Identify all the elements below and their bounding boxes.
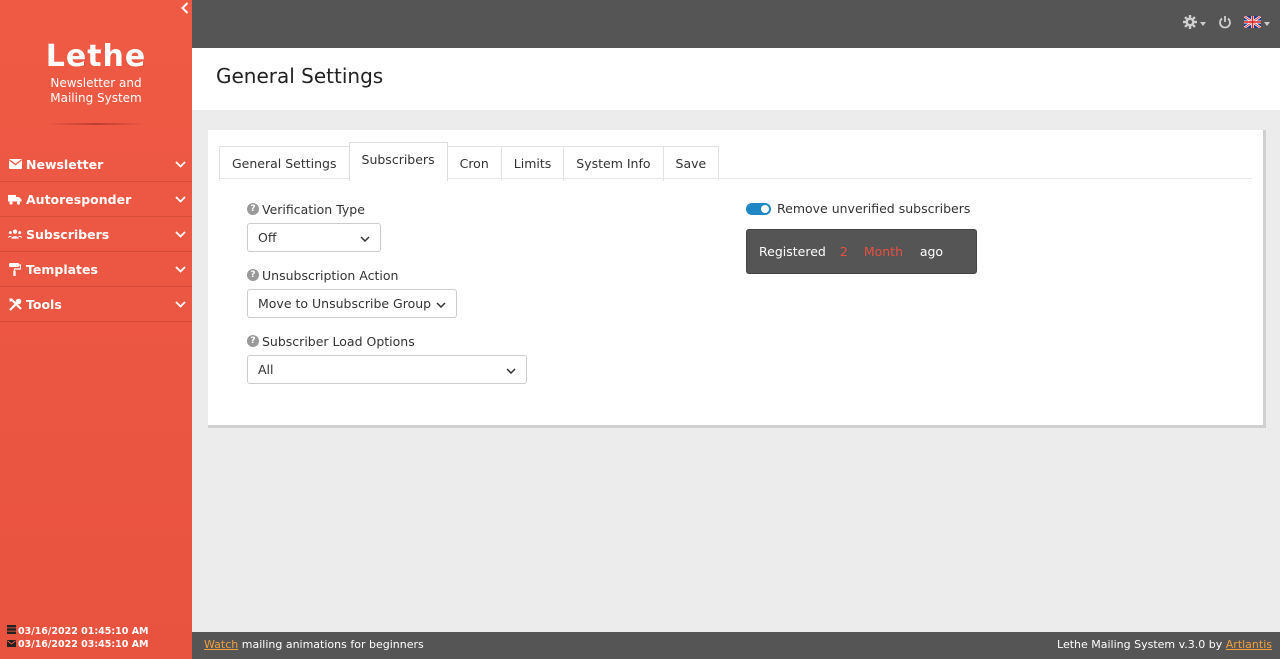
tab-subscribers[interactable]: Subscribers [348,142,448,181]
unsubscription-action-value: Move to Unsubscribe Group [258,296,432,311]
language-dropdown[interactable] [1243,15,1270,32]
sidebar-item-newsletter[interactable]: Newsletter [0,147,192,182]
sidebar-item-label: Subscribers [26,226,110,242]
subscriber-load-options-value: All [258,362,274,377]
top-bar [192,0,1280,48]
footer: Watch mailing animations for beginners L… [192,632,1280,659]
registered-number[interactable]: 2 [840,244,864,259]
settings-tabs: General Settings Subscribers Cron Limits… [219,142,720,181]
version-text: Lethe Mailing System v.3.0 by [1057,638,1226,651]
chevron-down-icon [360,230,370,245]
sidebar-item-label: Tools [26,296,62,312]
brand-divider [46,123,146,125]
power-icon [1218,15,1232,33]
envelope-icon [8,157,22,171]
verification-type-value: Off [258,230,277,245]
chevron-down-icon [174,298,186,310]
uk-flag-icon [1243,15,1262,32]
unsubscription-action-field: ? Unsubscription Action Move to Unsubscr… [247,267,457,318]
footer-right: Lethe Mailing System v.3.0 by Artlantis [1057,638,1272,651]
chevron-down-icon [174,228,186,240]
caret-down-icon [1200,22,1206,26]
chevron-down-icon [174,193,186,205]
server-icon [7,625,18,638]
remove-unverified-row: Remove unverified subscribers [746,201,970,216]
sidebar-item-autoresponder[interactable]: Autoresponder [0,182,192,217]
settings-card: General Settings Subscribers Cron Limits… [208,130,1266,428]
chevron-down-icon [174,263,186,275]
chevron-down-icon [174,158,186,170]
subscriber-load-options-label-row: ? Subscriber Load Options [247,333,527,349]
top-bar-tools [1171,15,1270,33]
remove-unverified-toggle[interactable] [746,202,771,215]
sidebar-item-label: Autoresponder [26,191,132,207]
tab-general-settings[interactable]: General Settings [219,146,350,181]
toggle-knob [761,204,769,213]
unsubscription-action-select[interactable]: Move to Unsubscribe Group [247,289,457,318]
gear-icon [1183,15,1197,33]
tab-cron[interactable]: Cron [446,146,502,181]
question-circle-icon[interactable]: ? [247,203,259,215]
subscriber-load-options-field: ? Subscriber Load Options All [247,333,527,384]
subscriber-load-options-label: Subscriber Load Options [262,333,415,349]
tab-limits[interactable]: Limits [500,146,565,181]
server-time: 03/16/2022 01:45:10 AM [18,626,149,637]
collapse-sidebar-icon[interactable] [178,2,192,18]
brand-subtitle: Newsletter and Mailing System [50,76,142,105]
question-circle-icon[interactable]: ? [247,335,259,347]
server-dates: 03/16/2022 01:45:10 AM 03/16/2022 03:45:… [7,625,149,651]
watch-text: mailing animations for beginners [238,638,424,651]
registered-unit[interactable]: Month [864,244,920,259]
caret-down-icon [1264,22,1270,26]
footer-left: Watch mailing animations for beginners [204,638,424,651]
page-header: General Settings [192,48,1280,110]
verification-type-label: Verification Type [262,201,365,217]
users-icon [8,227,22,241]
envelope-icon [7,638,18,651]
registered-suffix: ago [919,244,944,259]
chevron-down-icon [506,362,516,377]
verification-type-label-row: ? Verification Type [247,201,381,217]
server-time-row: 03/16/2022 01:45:10 AM [7,625,149,638]
subscriber-load-options-select[interactable]: All [247,355,527,384]
page-title: General Settings [216,64,384,88]
author-link[interactable]: Artlantis [1226,638,1272,651]
registered-prefix: Registered [759,244,826,259]
watch-link[interactable]: Watch [204,638,238,651]
truck-icon [8,192,22,206]
logout-button[interactable] [1218,15,1232,33]
sidebar-item-label: Templates [26,261,98,277]
verification-type-field: ? Verification Type Off [247,201,381,252]
mail-time: 03/16/2022 03:45:10 AM [18,639,149,650]
mail-time-row: 03/16/2022 03:45:10 AM [7,638,149,651]
sidebar-item-label: Newsletter [26,156,104,172]
sidebar-nav: Newsletter Autoresponder Subscribers Tem… [0,147,192,322]
remove-unverified-label: Remove unverified subscribers [777,201,971,216]
chevron-down-icon [436,296,446,311]
verification-type-select[interactable]: Off [247,223,381,252]
unsubscription-action-label-row: ? Unsubscription Action [247,267,457,283]
paint-roller-icon [8,262,22,276]
sidebar-item-templates[interactable]: Templates [0,252,192,287]
tab-save[interactable]: Save [662,146,720,181]
tools-icon [8,297,22,311]
registered-age-box: Registered 2 Month ago [746,229,977,274]
sidebar-item-subscribers[interactable]: Subscribers [0,217,192,252]
brand: Lethe Newsletter and Mailing System [0,38,192,106]
settings-dropdown[interactable] [1183,15,1206,33]
tab-system-info[interactable]: System Info [563,146,664,181]
sidebar-item-tools[interactable]: Tools [0,287,192,322]
brand-title: Lethe [45,39,147,74]
sidebar: Lethe Newsletter and Mailing System News… [0,0,192,659]
question-circle-icon[interactable]: ? [247,269,259,281]
unsubscription-action-label: Unsubscription Action [262,267,399,283]
